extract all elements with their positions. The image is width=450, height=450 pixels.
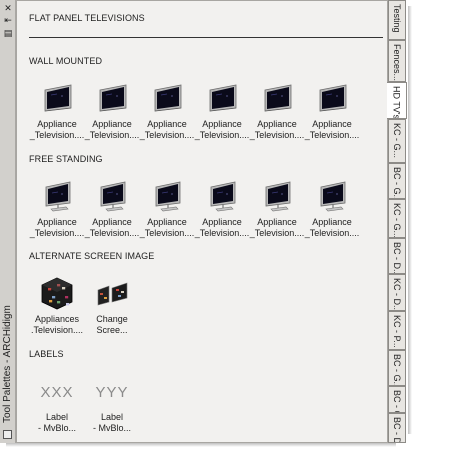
palette-tab-label: KC - G...: [392, 203, 402, 238]
tv-stand-icon: [205, 179, 239, 213]
palette-tab[interactable]: BC - G...: [388, 386, 406, 413]
title-divider: [29, 37, 383, 38]
palette-tab-label: BC - G...: [392, 390, 402, 413]
tool-item[interactable]: Appliance _Television....: [249, 179, 305, 239]
tool-item[interactable]: Change Scree...: [84, 276, 140, 336]
tool-item[interactable]: Appliance _Television....: [139, 81, 195, 141]
tool-item-label: Appliances .Television....: [30, 314, 84, 335]
palette-tab-label: BC - D...: [392, 242, 402, 274]
tool-item-label: Appliance _Television....: [249, 119, 305, 140]
palette-tab-label: BC - G...: [392, 354, 402, 386]
tool-item-label: Appliance _Television....: [139, 217, 195, 238]
palette-tab-label: HD TV's: [391, 86, 402, 119]
tv-stand-icon: [260, 179, 294, 213]
palette-tab[interactable]: HD TV's: [387, 82, 407, 119]
tool-item-label: Appliance _Television....: [29, 217, 85, 238]
section-heading-free-standing: FREE STANDING: [29, 154, 103, 164]
tool-item[interactable]: Appliance _Television....: [304, 81, 360, 141]
tv-wall-icon: [205, 81, 239, 115]
palette-tab[interactable]: BC - G...: [388, 163, 406, 199]
tool-item[interactable]: Appliance _Television....: [139, 179, 195, 239]
tool-item[interactable]: Appliance _Television....: [194, 179, 250, 239]
palette-tab[interactable]: Testing: [388, 0, 406, 40]
tv-stand-icon: [95, 179, 129, 213]
tv-wall-icon: [150, 81, 184, 115]
section-heading-labels: LABELS: [29, 349, 64, 359]
palette-tab-label: Testing: [392, 4, 402, 33]
tool-item[interactable]: Appliances .Television....: [29, 276, 85, 336]
palette-tab[interactable]: BC - G...: [388, 350, 406, 386]
tv-stand-icon: [315, 179, 349, 213]
palette-tab[interactable]: KC - D...: [388, 274, 406, 311]
tool-item[interactable]: YYY Label - MvBlo...: [84, 374, 140, 434]
tool-item-label: Appliance _Television....: [194, 217, 250, 238]
tv-stand-icon: [40, 179, 74, 213]
tool-item[interactable]: Appliance _Television....: [194, 81, 250, 141]
tool-item-label: Appliance _Television....: [84, 217, 140, 238]
tool-item-label: Appliance _Television....: [139, 119, 195, 140]
tool-item[interactable]: Appliance _Television....: [304, 179, 360, 239]
panel-shadow: [408, 6, 412, 434]
tool-item[interactable]: Appliance _Television....: [84, 179, 140, 239]
palette-tab-label: KC - G...: [392, 123, 402, 159]
palette-tab[interactable]: KC - G...: [388, 199, 406, 238]
palette-tab-label: BC - D...: [392, 417, 402, 443]
palette-tab[interactable]: Fences...: [388, 40, 406, 82]
tv-wall-icon: [95, 81, 129, 115]
palette-title-strip: ✕ ⇤ ▤ Tool Palettes - ARCHidigm: [0, 0, 16, 443]
palette-tab-label: BC - G...: [392, 167, 402, 199]
palette-title: FLAT PANEL TELEVISIONS: [29, 13, 145, 23]
tool-item[interactable]: Appliance _Television....: [84, 81, 140, 141]
tv-wall-icon: [315, 81, 349, 115]
tv-wall-icon: [260, 81, 294, 115]
window-title: Tool Palettes - ARCHidigm: [2, 305, 13, 423]
label-yyy-icon: YYY: [95, 384, 129, 401]
tool-item-label: Appliance _Television....: [249, 217, 305, 238]
properties-icon[interactable]: ▤: [3, 28, 13, 38]
tool-item-label: Appliance _Television....: [84, 119, 140, 140]
palette-tab[interactable]: BC - D...: [388, 238, 406, 274]
palette-tab-label: KC - D...: [392, 278, 402, 311]
close-icon[interactable]: ✕: [3, 3, 13, 13]
auto-hide-icon[interactable]: ⇤: [3, 15, 13, 25]
tool-item[interactable]: XXX Label - MvBlo...: [29, 374, 85, 434]
tool-item[interactable]: Appliance _Television....: [29, 179, 85, 239]
tool-item-label: Change Scree...: [96, 314, 128, 335]
palette-tab[interactable]: KC - P...: [388, 311, 406, 350]
change-screen-icon: [95, 276, 129, 310]
tv-wall-icon: [40, 81, 74, 115]
label-xxx-icon: XXX: [40, 384, 74, 401]
tool-item-label: Label - MvBlo...: [37, 412, 76, 433]
palette-tab-label: KC - P...: [392, 315, 402, 348]
palette-menu-icon[interactable]: [3, 430, 12, 439]
palette-tab-label: Fences...: [392, 44, 402, 82]
palette-tab-bar: Testing Fences... HD TV's KC - G... BC - G..…: [387, 0, 408, 443]
panel-shadow: [6, 443, 396, 447]
tool-item[interactable]: Appliance _Television....: [29, 81, 85, 141]
tool-item-label: Appliance _Television....: [194, 119, 250, 140]
tool-item-label: Appliance _Television....: [304, 119, 360, 140]
section-heading-alternate-screen: ALTERNATE SCREEN IMAGE: [29, 251, 155, 261]
tool-item-label: Appliance _Television....: [304, 217, 360, 238]
tv-stand-icon: [150, 179, 184, 213]
palette-tab[interactable]: BC - D...: [388, 413, 406, 443]
tool-palette-panel: FLAT PANEL TELEVISIONS WALL MOUNTED Appl…: [16, 0, 388, 443]
tool-item-label: Label - MvBlo...: [92, 412, 131, 433]
section-heading-wall-mounted: WALL MOUNTED: [29, 56, 103, 66]
screen-image-cube-icon: [40, 276, 74, 310]
palette-tab[interactable]: KC - G...: [388, 119, 406, 163]
tool-item[interactable]: Appliance _Television....: [249, 81, 305, 141]
tool-item-label: Appliance _Television....: [29, 119, 85, 140]
